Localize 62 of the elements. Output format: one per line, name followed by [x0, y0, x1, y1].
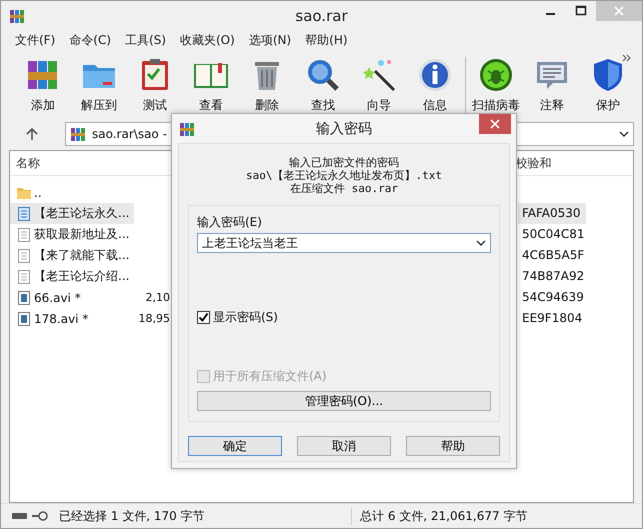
dialog-title: 输入密码 — [316, 120, 372, 138]
window-title: sao.rar — [295, 6, 348, 24]
menu-item[interactable]: 帮助(H) — [298, 32, 355, 48]
file-row[interactable]: 获取最新地址及... — [10, 224, 134, 245]
film-icon — [16, 290, 32, 306]
key-icon — [31, 511, 49, 521]
checkbox-label: 用于所有压缩文件(A) — [213, 368, 327, 385]
size-cell-text: 18,95 — [138, 312, 170, 325]
toolbar-button[interactable]: 添加 — [15, 53, 71, 117]
caret-icon[interactable] — [619, 130, 629, 138]
menu-item[interactable]: 选项(N) — [242, 32, 298, 48]
dialog-button[interactable]: 帮助 — [406, 436, 500, 456]
checkbox[interactable] — [197, 311, 210, 324]
status-text: 总计 6 文件, 21,061,677 字节 — [351, 508, 528, 524]
menu-item[interactable]: 工具(S) — [118, 32, 173, 48]
archive-icon — [70, 126, 86, 142]
archive-icon — [179, 120, 195, 136]
drive-icon — [11, 511, 29, 521]
password-field[interactable]: 上老王论坛当老王 — [197, 233, 491, 253]
toolbar-button[interactable]: 注释 — [524, 53, 580, 117]
menu-item[interactable]: 文件(F) — [8, 32, 62, 48]
dialog-button[interactable]: 取消 — [297, 436, 391, 456]
file-row[interactable]: .. — [10, 182, 134, 203]
file-row[interactable]: 【老王论坛介绍... — [10, 266, 134, 287]
checksum-cell-text: EE9F1804 — [521, 310, 584, 327]
bug-icon — [478, 56, 514, 92]
dialog-button[interactable]: 确定 — [188, 436, 282, 456]
message-text: 在压缩文件 sao.rar — [290, 182, 398, 195]
file-row[interactable]: 178.avi * — [10, 308, 134, 329]
document-icon — [16, 268, 32, 284]
close-icon[interactable] — [479, 114, 511, 134]
document-icon — [16, 248, 32, 264]
info-icon — [417, 56, 453, 92]
toolbar-button[interactable]: 解压到 — [71, 53, 127, 117]
checksum-cell: FAFA0530 — [518, 203, 586, 224]
menu-item[interactable]: 收藏夹(O) — [173, 32, 242, 48]
password-label: 输入密码(E) — [197, 214, 263, 231]
toolbar-button[interactable]: 测试 — [127, 53, 183, 117]
toolbar-button[interactable]: 向导 — [351, 53, 407, 117]
file-row[interactable]: 66.avi * — [10, 287, 134, 308]
document-icon — [16, 226, 32, 242]
checksum-cell-text: 50C04C81 — [521, 226, 586, 243]
message-text: 输入已加密文件的密码 — [289, 156, 399, 169]
checkbox-label: 显示密码(S) — [213, 309, 278, 326]
document-icon — [16, 206, 32, 222]
manage-passwords-button[interactable]: 管理密码(O)... — [197, 391, 491, 411]
up-arrow-icon[interactable] — [25, 127, 39, 141]
film-icon — [16, 310, 32, 326]
size-cell-text: 2,10 — [144, 291, 170, 304]
checksum-cell-text: 4C6B5A5F — [521, 247, 586, 264]
chevron-icon[interactable] — [622, 54, 632, 62]
checksum-cell-text: 74B87A92 — [521, 268, 586, 285]
status-text: 已经选择 1 文件, 170 字节 — [59, 508, 206, 524]
message-text: sao\【老王论坛永久地址发布页】.txt — [246, 169, 442, 182]
toolbar-button[interactable]: 保护 — [580, 53, 636, 117]
column-header[interactable]: 名称 — [10, 154, 158, 172]
archive-icon — [9, 8, 25, 24]
menu-item[interactable]: 命令(C) — [62, 32, 118, 48]
caret-icon[interactable] — [476, 239, 486, 247]
file-row[interactable]: 【老王论坛永久... — [10, 203, 134, 224]
checksum-cell-text: 54C94639 — [521, 289, 585, 306]
file-row[interactable]: 【来了就能下载... — [10, 245, 134, 266]
